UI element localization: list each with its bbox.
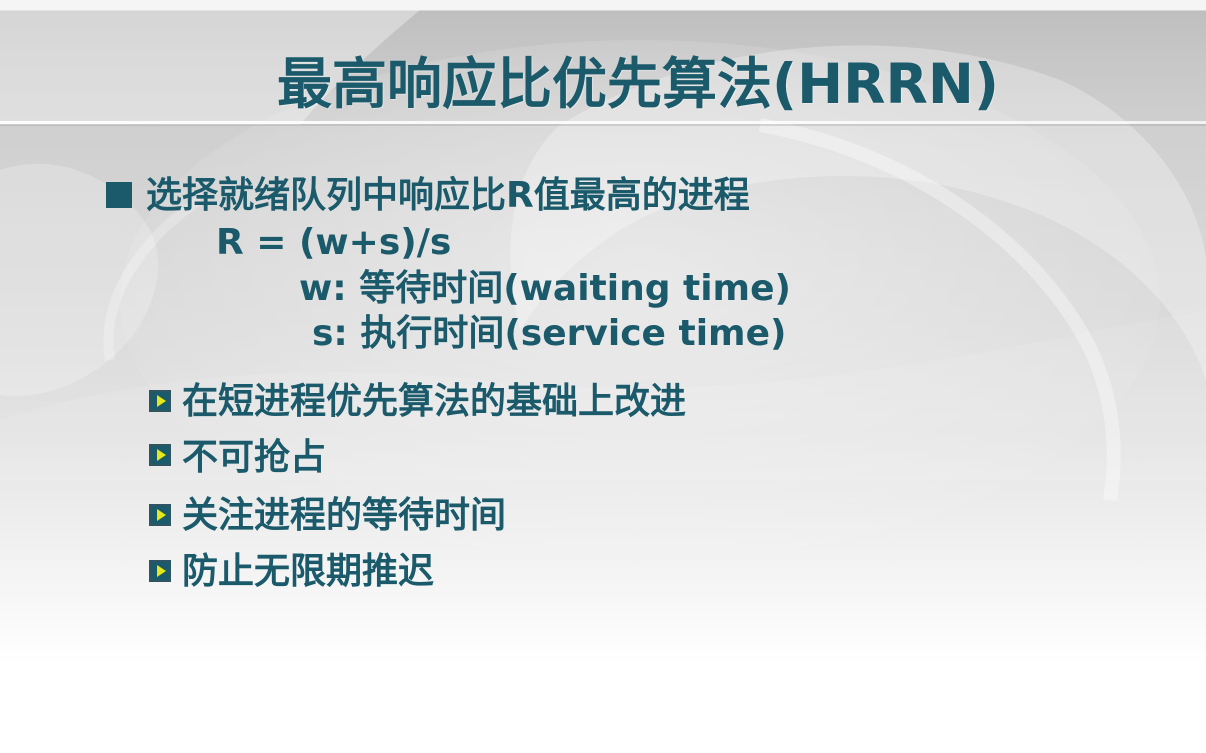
- formula-waiting-time: w: 等待时间(waiting time): [299, 268, 791, 309]
- sub-bullet-item: 不可抢占: [182, 437, 327, 478]
- sub-bullet-item: 在短进程优先算法的基础上改进: [182, 381, 687, 422]
- formula-line: R = (w+s)/s: [216, 222, 452, 263]
- sub-bullet-item: 关注进程的等待时间: [182, 495, 507, 536]
- formula-service-time: s: 执行时间(service time): [312, 313, 787, 354]
- sub-bullet-item: 防止无限期推迟: [182, 551, 435, 592]
- arrow-bullet-icon: [149, 560, 171, 582]
- arrow-bullet-icon: [149, 390, 171, 412]
- slide-title: 最高响应比优先算法(HRRN): [276, 52, 1000, 116]
- title-divider-shadow: [0, 124, 1206, 126]
- slide: 最高响应比优先算法(HRRN) 选择就绪队列中响应比R值最高的进程 R = (w…: [0, 0, 1206, 753]
- main-bullet-text: 选择就绪队列中响应比R值最高的进程: [146, 175, 750, 216]
- arrow-bullet-icon: [149, 444, 171, 466]
- arrow-bullet-icon: [149, 504, 171, 526]
- square-bullet-icon: [106, 182, 132, 208]
